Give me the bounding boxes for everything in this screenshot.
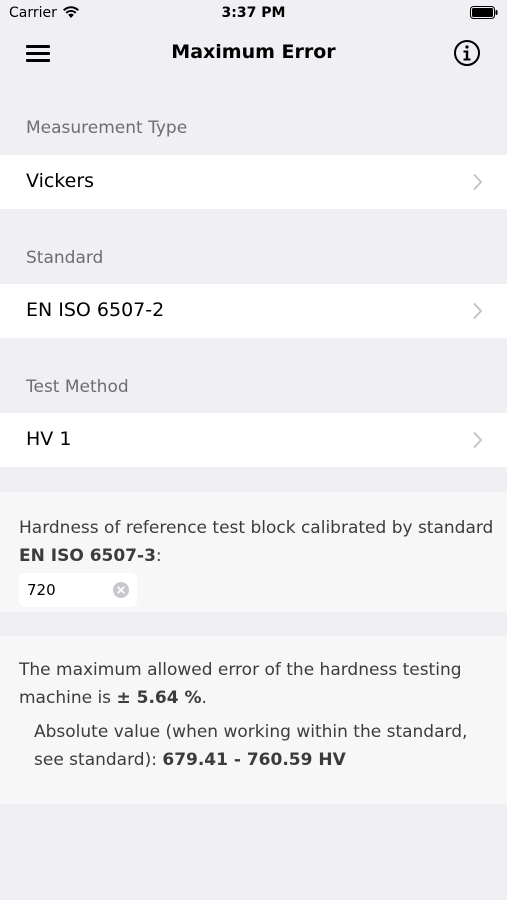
reference-standard-label: EN ISO 6507-3 xyxy=(19,546,156,566)
navigation-bar: Maximum Error xyxy=(0,28,507,80)
max-error-text: The maximum allowed error of the hardnes… xyxy=(19,656,489,712)
chevron-right-icon xyxy=(473,432,482,448)
chevron-right-icon xyxy=(473,303,482,319)
info-circle-icon[interactable] xyxy=(453,39,481,67)
max-error-suffix: . xyxy=(201,688,207,708)
standard-value: EN ISO 6507-2 xyxy=(26,299,165,321)
test-method-cell[interactable]: HV 1 xyxy=(0,413,507,467)
chevron-right-icon xyxy=(473,174,482,190)
standard-header: Standard xyxy=(26,248,104,268)
status-bar: Carrier 3:37 PM xyxy=(0,0,507,28)
result-panel: The maximum allowed error of the hardnes… xyxy=(0,636,507,804)
battery-icon xyxy=(470,6,498,19)
max-error-prefix: The maximum allowed error of the hardnes… xyxy=(19,660,462,708)
reference-block-description: Hardness of reference test block calibra… xyxy=(19,514,494,570)
hardness-input-wrapper xyxy=(19,573,137,607)
test-method-header: Test Method xyxy=(26,377,129,397)
reference-colon: : xyxy=(155,546,162,566)
reference-block-panel: Hardness of reference test block calibra… xyxy=(0,492,507,612)
measurement-type-value: Vickers xyxy=(26,170,95,192)
test-method-value: HV 1 xyxy=(26,428,72,450)
status-time: 3:37 PM xyxy=(221,5,286,21)
reference-block-text: Hardness of reference test block calibra… xyxy=(19,518,494,538)
absolute-value-text: Absolute value (when working within the … xyxy=(34,718,494,774)
page-title: Maximum Error xyxy=(171,41,336,63)
standard-cell[interactable]: EN ISO 6507-2 xyxy=(0,284,507,338)
measurement-type-header: Measurement Type xyxy=(26,118,188,138)
max-error-value: ± 5.64 % xyxy=(116,688,202,708)
absolute-value-range: 679.41 - 760.59 HV xyxy=(162,750,346,770)
measurement-type-cell[interactable]: Vickers xyxy=(0,155,507,209)
clear-icon[interactable] xyxy=(113,582,129,598)
hardness-value-input[interactable] xyxy=(27,573,107,607)
